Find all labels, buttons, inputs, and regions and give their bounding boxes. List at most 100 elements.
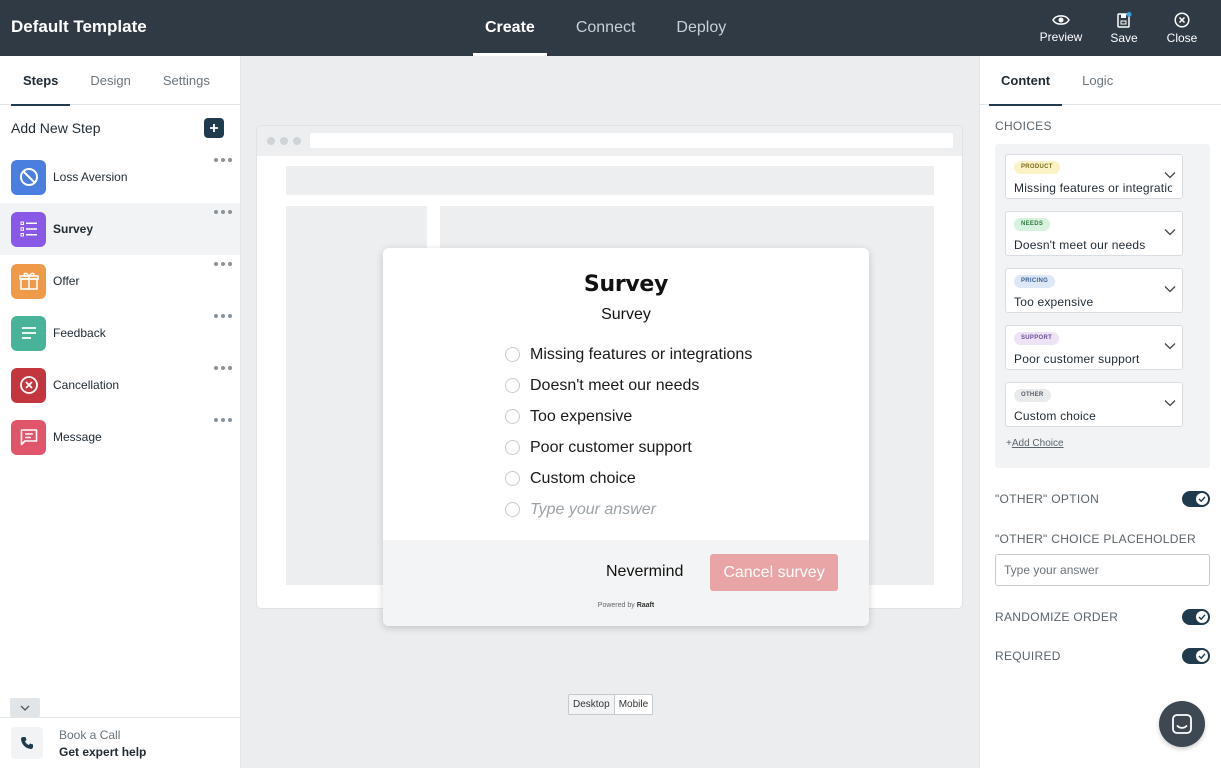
choice-tag: NEEDS bbox=[1014, 218, 1051, 231]
survey-modal: Survey Survey Missing features or integr… bbox=[383, 248, 869, 626]
step-loss-aversion[interactable]: Loss Aversion bbox=[0, 151, 240, 203]
radio-button[interactable] bbox=[505, 378, 520, 393]
survey-option-other[interactable]: Type your answer bbox=[505, 494, 752, 525]
step-more-icon[interactable] bbox=[214, 415, 232, 425]
chevron-down-icon[interactable] bbox=[1164, 342, 1176, 350]
top-actions: Preview Save Close bbox=[1027, 0, 1211, 56]
tab-logic[interactable]: Logic bbox=[1070, 56, 1125, 105]
tab-design[interactable]: Design bbox=[78, 56, 142, 105]
radio-button[interactable] bbox=[505, 409, 520, 424]
choice-tag: PRODUCT bbox=[1014, 161, 1060, 174]
option-label: Doesn't meet our needs bbox=[530, 376, 700, 394]
step-more-icon[interactable] bbox=[214, 363, 232, 373]
survey-option[interactable]: Doesn't meet our needs bbox=[505, 370, 752, 401]
step-label: Message bbox=[53, 430, 102, 444]
tab-deploy[interactable]: Deploy bbox=[664, 0, 738, 56]
step-icon-box bbox=[11, 419, 46, 455]
check-icon bbox=[1198, 496, 1206, 503]
placeholder-block bbox=[286, 166, 934, 195]
choice-item[interactable]: SUPPORT Poor customer support bbox=[1005, 325, 1183, 370]
chevron-down-icon[interactable] bbox=[1164, 285, 1176, 293]
survey-option[interactable]: Missing features or integrations bbox=[505, 339, 752, 370]
step-more-icon[interactable] bbox=[214, 311, 232, 321]
choice-tag: PRICING bbox=[1014, 275, 1056, 288]
radio-button[interactable] bbox=[505, 347, 520, 362]
x-circle-icon bbox=[19, 376, 38, 394]
nevermind-button[interactable]: Nevermind bbox=[606, 563, 683, 581]
lines-icon bbox=[21, 327, 36, 339]
phone-icon bbox=[21, 737, 33, 749]
list-icon bbox=[20, 221, 37, 237]
choices-label: CHOICES bbox=[995, 119, 1052, 133]
radio-button[interactable] bbox=[505, 502, 520, 517]
browser-dot bbox=[293, 137, 301, 145]
choice-text: Custom choice bbox=[1014, 409, 1096, 423]
save-label: Save bbox=[1110, 30, 1138, 45]
required-toggle[interactable] bbox=[1182, 648, 1210, 664]
survey-option[interactable]: Custom choice bbox=[505, 463, 752, 494]
browser-mockup: Survey Survey Missing features or integr… bbox=[257, 126, 962, 626]
add-choice-button[interactable]: +Add Choice bbox=[1006, 438, 1064, 449]
chevron-down-icon[interactable] bbox=[1164, 228, 1176, 236]
randomize-label: RANDOMIZE ORDER bbox=[995, 610, 1119, 624]
tab-connect[interactable]: Connect bbox=[564, 0, 648, 56]
other-placeholder-label: "OTHER" CHOICE PLACEHOLDER bbox=[995, 532, 1197, 546]
step-more-icon[interactable] bbox=[214, 259, 232, 269]
desktop-button[interactable]: Desktop bbox=[569, 695, 615, 714]
survey-option[interactable]: Too expensive bbox=[505, 401, 752, 432]
step-feedback[interactable]: Feedback bbox=[0, 307, 240, 359]
step-cancellation[interactable]: Cancellation bbox=[0, 359, 240, 411]
collapse-button[interactable] bbox=[10, 698, 40, 717]
step-more-icon[interactable] bbox=[214, 155, 232, 165]
book-call-link[interactable]: Book a Call Get expert help bbox=[0, 717, 240, 768]
choice-item[interactable]: PRICING Too expensive bbox=[1005, 268, 1183, 313]
radio-button[interactable] bbox=[505, 440, 520, 455]
choice-item[interactable]: OTHER Custom choice bbox=[1005, 382, 1183, 427]
choices-list: PRODUCT Missing features or integrations… bbox=[995, 144, 1210, 468]
radio-button[interactable] bbox=[505, 471, 520, 486]
tab-settings[interactable]: Settings bbox=[151, 56, 222, 105]
option-label: Missing features or integrations bbox=[530, 345, 753, 363]
device-toggle: Desktop Mobile bbox=[568, 694, 654, 715]
chat-icon bbox=[1172, 714, 1192, 734]
chat-widget-button[interactable] bbox=[1159, 701, 1205, 747]
save-button[interactable]: Save bbox=[1095, 0, 1153, 56]
browser-dot bbox=[267, 137, 275, 145]
chevron-down-icon[interactable] bbox=[1164, 399, 1176, 407]
step-more-icon[interactable] bbox=[214, 207, 232, 217]
choice-item[interactable]: NEEDS Doesn't meet our needs bbox=[1005, 211, 1183, 256]
tab-content[interactable]: Content bbox=[989, 56, 1063, 106]
preview-button[interactable]: Preview bbox=[1027, 0, 1095, 56]
choice-text: Too expensive bbox=[1014, 295, 1094, 309]
add-step-button[interactable] bbox=[204, 118, 224, 138]
mobile-button[interactable]: Mobile bbox=[615, 695, 652, 714]
survey-options: Missing features or integrations Doesn't… bbox=[505, 339, 752, 525]
cancel-survey-button[interactable]: Cancel survey bbox=[710, 554, 838, 591]
step-label: Loss Aversion bbox=[53, 170, 128, 184]
step-offer[interactable]: Offer bbox=[0, 255, 240, 307]
browser-bar bbox=[257, 126, 962, 156]
close-button[interactable]: Close bbox=[1153, 0, 1211, 56]
randomize-toggle[interactable] bbox=[1182, 609, 1210, 625]
other-answer-placeholder[interactable]: Type your answer bbox=[530, 501, 656, 519]
message-icon bbox=[20, 429, 37, 446]
other-option-toggle[interactable] bbox=[1182, 491, 1210, 507]
tab-create[interactable]: Create bbox=[473, 0, 547, 56]
step-icon-box bbox=[11, 315, 46, 351]
properties-panel: Content Logic CHOICES PRODUCT Missing fe… bbox=[979, 56, 1221, 768]
powered-by: Powered by Raaft bbox=[383, 602, 869, 609]
tab-steps[interactable]: Steps bbox=[11, 56, 71, 106]
step-label: Offer bbox=[53, 274, 80, 288]
toggle-knob bbox=[1196, 611, 1208, 623]
step-survey[interactable]: Survey bbox=[0, 203, 240, 255]
toggle-knob bbox=[1196, 650, 1208, 662]
step-message[interactable]: Message bbox=[0, 411, 240, 463]
other-option-row: "OTHER" OPTION bbox=[995, 489, 1210, 509]
top-bar: Default Template Create Connect Deploy P… bbox=[0, 0, 1221, 56]
chevron-down-icon bbox=[20, 705, 30, 711]
other-placeholder-input[interactable] bbox=[995, 554, 1210, 586]
chevron-down-icon[interactable] bbox=[1164, 171, 1176, 179]
survey-option[interactable]: Poor customer support bbox=[505, 432, 752, 463]
save-icon bbox=[1117, 11, 1132, 28]
choice-item[interactable]: PRODUCT Missing features or integrations bbox=[1005, 154, 1183, 199]
